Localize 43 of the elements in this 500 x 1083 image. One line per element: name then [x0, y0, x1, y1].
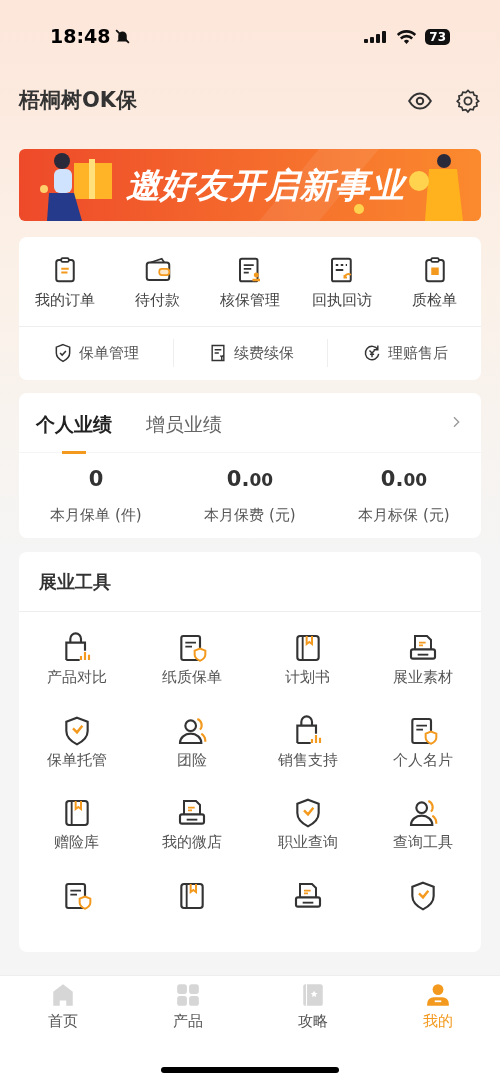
section-title: 展业工具 — [39, 570, 111, 594]
tab-bar-item[interactable]: 攻略 — [250, 982, 375, 1033]
stat-label: 本月保单 (件) — [50, 504, 142, 526]
clock: 18:48 — [50, 24, 111, 50]
signal-icon — [364, 29, 389, 44]
stat-label: 本月标保 (元) — [358, 504, 450, 526]
app-title: 梧桐树OK保 — [19, 87, 138, 115]
order-shortcut[interactable]: 核保管理 — [203, 255, 297, 312]
order-shortcut[interactable]: 质检单 — [388, 255, 481, 312]
policy-link[interactable]: 理赔售后 — [327, 339, 481, 367]
stat-value: 0 — [88, 468, 104, 490]
tool-shortcut[interactable]: 产品对比 — [19, 632, 135, 689]
tool-shortcut[interactable]: 查询工具 — [365, 797, 481, 854]
tool-shortcut[interactable]: 赠险库 — [19, 797, 135, 854]
battery-indicator: 73 — [425, 28, 450, 45]
people-icon — [407, 797, 440, 829]
tab-bar-item[interactable]: 产品 — [125, 982, 250, 1033]
wifi-icon — [396, 28, 418, 45]
policy-link[interactable]: 续费续保 — [173, 339, 327, 367]
bell-slash-icon — [114, 28, 132, 45]
tool-shortcut[interactable]: 销售支持 — [250, 714, 366, 771]
tool-shortcut[interactable]: 团险 — [134, 714, 250, 771]
performance-tab[interactable]: 增员业绩 — [146, 409, 222, 454]
stat-label: 本月保费 (元) — [204, 504, 296, 526]
tool-shortcut[interactable]: 计划书 — [250, 632, 366, 689]
banner-text: 邀好友开启新事业 — [125, 163, 405, 207]
tool-shortcut[interactable]: 保单托管 — [19, 714, 135, 771]
grid-icon — [174, 982, 201, 1008]
tool-shortcut[interactable]: 个人名片 — [365, 714, 481, 771]
tool-shortcut[interactable]: 纸质保单 — [134, 632, 250, 689]
order-shortcut[interactable]: 我的订单 — [19, 255, 112, 312]
stat-value: 0.00 — [226, 468, 274, 490]
tool-shortcut[interactable]: 职业查询 — [250, 797, 366, 854]
order-shortcut[interactable]: 待付款 — [111, 255, 204, 312]
policy-link[interactable]: 保单管理 — [19, 339, 173, 367]
person-icon — [424, 982, 451, 1008]
tab-bar-item[interactable]: 首页 — [0, 982, 125, 1033]
shield-check-icon — [53, 343, 73, 363]
tool-shortcut[interactable]: 我的微店 — [134, 797, 250, 854]
tool-shortcut[interactable]: 展业素材 — [365, 632, 481, 689]
settings-icon[interactable] — [455, 88, 481, 114]
order-shortcut[interactable]: 回执回访 — [296, 255, 389, 312]
stat-value: 0.00 — [380, 468, 428, 490]
